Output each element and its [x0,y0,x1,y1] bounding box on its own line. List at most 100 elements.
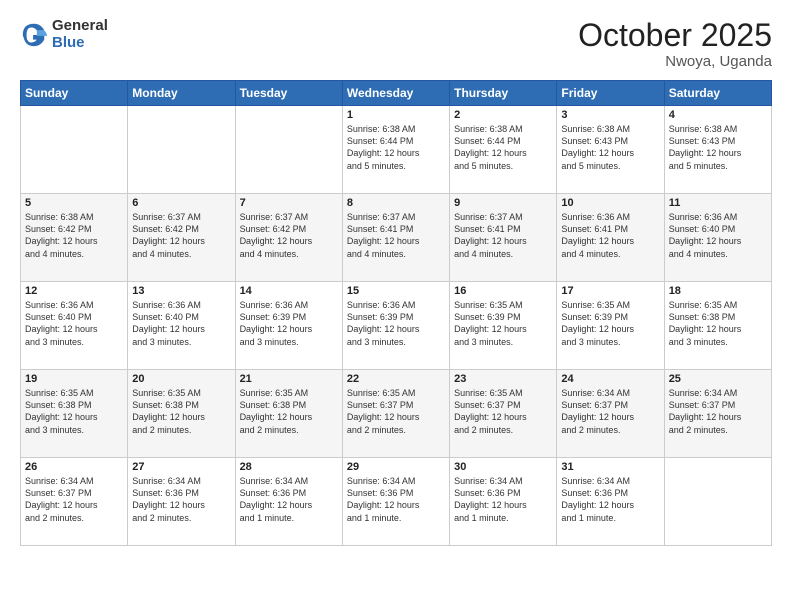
day-info: Sunrise: 6:34 AM Sunset: 6:37 PM Dayligh… [561,387,659,436]
day-info: Sunrise: 6:36 AM Sunset: 6:40 PM Dayligh… [669,211,767,260]
day-info: Sunrise: 6:36 AM Sunset: 6:39 PM Dayligh… [240,299,338,348]
table-row: 27 Sunrise: 6:34 AM Sunset: 6:36 PM Dayli… [128,458,235,546]
day-info: Sunrise: 6:36 AM Sunset: 6:40 PM Dayligh… [132,299,230,348]
day-info: Sunrise: 6:38 AM Sunset: 6:43 PM Dayligh… [669,123,767,172]
table-row: 16Sunrise: 6:35 AM Sunset: 6:39 PM Dayli… [450,282,557,370]
table-row: 14 Sunrise: 6:36 AM Sunset: 6:39 PM Dayli… [235,282,342,370]
page: General Blue October 2025 Nwoya, Uganda … [0,0,792,612]
table-row: 21Sunrise: 6:35 AM Sunset: 6:38 PM Dayli… [235,370,342,458]
day-info: Sunrise: 6:37 AM Sunset: 6:41 PM Dayligh… [454,211,552,260]
table-row: 31 Sunrise: 6:34 AM Sunset: 6:36 PM Dayli… [557,458,664,546]
day-info: Sunrise: 6:36 AM Sunset: 6:41 PM Dayligh… [561,211,659,260]
col-friday: Friday [557,81,664,106]
day-info: Sunrise: 6:34 AM Sunset: 6:36 PM Dayligh… [561,475,659,524]
day-number: 15 [347,285,445,297]
day-number: 14 [240,285,338,297]
day-number: 19 [25,373,123,385]
col-monday: Monday [128,81,235,106]
day-info: Sunrise: 6:34 AM Sunset: 6:36 PM Dayligh… [132,475,230,524]
day-info: Sunrise: 6:37 AM Sunset: 6:41 PM Dayligh… [347,211,445,260]
day-info: Sunrise: 6:34 AM Sunset: 6:36 PM Dayligh… [240,475,338,524]
logo: General Blue [20,18,108,51]
table-row: 18Sunrise: 6:35 AM Sunset: 6:38 PM Dayli… [664,282,771,370]
col-saturday: Saturday [664,81,771,106]
table-row [664,458,771,546]
day-info: Sunrise: 6:36 AM Sunset: 6:39 PM Dayligh… [347,299,445,348]
day-number: 25 [669,373,767,385]
day-number: 4 [669,109,767,121]
table-row: 9 Sunrise: 6:37 AM Sunset: 6:41 PM Daylig… [450,194,557,282]
calendar-week-row: 26Sunrise: 6:34 AM Sunset: 6:37 PM Dayli… [21,458,772,546]
table-row: 23 Sunrise: 6:35 AM Sunset: 6:37 PM Dayli… [450,370,557,458]
month-title: October 2025 [578,18,772,53]
day-info: Sunrise: 6:34 AM Sunset: 6:36 PM Dayligh… [454,475,552,524]
day-info: Sunrise: 6:34 AM Sunset: 6:36 PM Dayligh… [347,475,445,524]
day-number: 21 [240,373,338,385]
table-row: 24 Sunrise: 6:34 AM Sunset: 6:37 PM Dayli… [557,370,664,458]
day-number: 27 [132,461,230,473]
header: General Blue October 2025 Nwoya, Uganda [20,18,772,70]
table-row: 4 Sunrise: 6:38 AM Sunset: 6:43 PM Daylig… [664,106,771,194]
location: Nwoya, Uganda [578,53,772,70]
col-tuesday: Tuesday [235,81,342,106]
table-row: 15 Sunrise: 6:36 AM Sunset: 6:39 PM Dayli… [342,282,449,370]
day-info: Sunrise: 6:38 AM Sunset: 6:43 PM Dayligh… [561,123,659,172]
day-number: 1 [347,109,445,121]
day-number: 30 [454,461,552,473]
day-number: 7 [240,197,338,209]
day-number: 31 [561,461,659,473]
day-info: Sunrise: 6:38 AM Sunset: 6:44 PM Dayligh… [347,123,445,172]
day-info: Sunrise: 6:34 AM Sunset: 6:37 PM Dayligh… [25,475,123,524]
day-number: 18 [669,285,767,297]
day-info: Sunrise: 6:36 AM Sunset: 6:40 PM Dayligh… [25,299,123,348]
table-row: 22 Sunrise: 6:35 AM Sunset: 6:37 PM Dayli… [342,370,449,458]
table-row: 29 Sunrise: 6:34 AM Sunset: 6:36 PM Dayli… [342,458,449,546]
day-number: 3 [561,109,659,121]
calendar-header-row: Sunday Monday Tuesday Wednesday Thursday… [21,81,772,106]
day-number: 29 [347,461,445,473]
table-row: 17Sunrise: 6:35 AM Sunset: 6:39 PM Dayli… [557,282,664,370]
day-info: Sunrise: 6:38 AM Sunset: 6:42 PM Dayligh… [25,211,123,260]
table-row: 12Sunrise: 6:36 AM Sunset: 6:40 PM Dayli… [21,282,128,370]
logo-icon [20,21,48,49]
col-thursday: Thursday [450,81,557,106]
day-number: 24 [561,373,659,385]
day-number: 10 [561,197,659,209]
table-row: 30 Sunrise: 6:34 AM Sunset: 6:36 PM Dayli… [450,458,557,546]
logo-text: General Blue [52,18,108,51]
day-number: 13 [132,285,230,297]
logo-general: General [52,18,108,35]
table-row: 11Sunrise: 6:36 AM Sunset: 6:40 PM Dayli… [664,194,771,282]
calendar-week-row: 12Sunrise: 6:36 AM Sunset: 6:40 PM Dayli… [21,282,772,370]
table-row: 19Sunrise: 6:35 AM Sunset: 6:38 PM Dayli… [21,370,128,458]
col-wednesday: Wednesday [342,81,449,106]
table-row: 3 Sunrise: 6:38 AM Sunset: 6:43 PM Daylig… [557,106,664,194]
table-row: 26Sunrise: 6:34 AM Sunset: 6:37 PM Dayli… [21,458,128,546]
day-info: Sunrise: 6:37 AM Sunset: 6:42 PM Dayligh… [240,211,338,260]
calendar-week-row: 19 Sunrise: 6:35 AM Sunset: 6:38 PM Dayli… [21,370,772,458]
title-block: October 2025 Nwoya, Uganda [578,18,772,70]
table-row [128,106,235,194]
calendar-week-row: 1 Sunrise: 6:38 AM Sunset: 6:44 PM Daylig… [21,106,772,194]
table-row [235,106,342,194]
table-row: 10 Sunrise: 6:36 AM Sunset: 6:41 PM Dayli… [557,194,664,282]
day-number: 6 [132,197,230,209]
table-row: 8 Sunrise: 6:37 AM Sunset: 6:41 PM Daylig… [342,194,449,282]
day-info: Sunrise: 6:38 AM Sunset: 6:44 PM Dayligh… [454,123,552,172]
day-info: Sunrise: 6:35 AM Sunset: 6:38 PM Dayligh… [132,387,230,436]
day-number: 23 [454,373,552,385]
col-sunday: Sunday [21,81,128,106]
day-number: 8 [347,197,445,209]
day-number: 2 [454,109,552,121]
day-info: Sunrise: 6:35 AM Sunset: 6:37 PM Dayligh… [454,387,552,436]
day-number: 20 [132,373,230,385]
day-number: 22 [347,373,445,385]
table-row: 2 Sunrise: 6:38 AM Sunset: 6:44 PM Daylig… [450,106,557,194]
table-row: 28Sunrise: 6:34 AM Sunset: 6:36 PM Dayli… [235,458,342,546]
table-row: 5Sunrise: 6:38 AM Sunset: 6:42 PM Daylig… [21,194,128,282]
table-row: 13 Sunrise: 6:36 AM Sunset: 6:40 PM Dayli… [128,282,235,370]
day-info: Sunrise: 6:35 AM Sunset: 6:39 PM Dayligh… [561,299,659,348]
day-info: Sunrise: 6:35 AM Sunset: 6:37 PM Dayligh… [347,387,445,436]
day-info: Sunrise: 6:37 AM Sunset: 6:42 PM Dayligh… [132,211,230,260]
day-number: 9 [454,197,552,209]
